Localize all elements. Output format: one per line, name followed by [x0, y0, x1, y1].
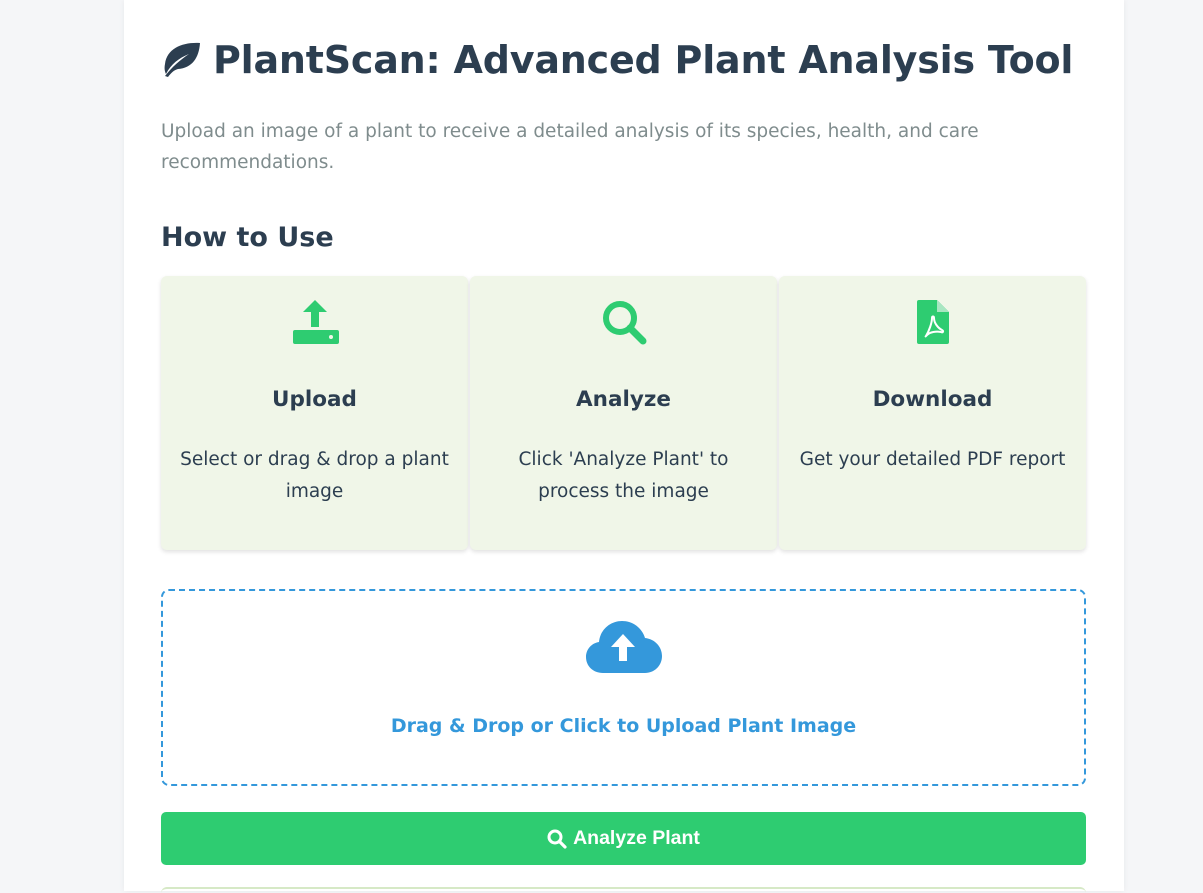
step-card-download: Download Get your detailed PDF report — [779, 276, 1086, 550]
page-subtitle: Upload an image of a plant to receive a … — [161, 121, 979, 173]
upload-dropzone[interactable]: Drag & Drop or Click to Upload Plant Ima… — [161, 589, 1086, 786]
step-card-analyze: Analyze Click 'Analyze Plant' to process… — [470, 276, 777, 550]
step-name: Analyze — [576, 387, 671, 412]
how-to-heading: How to Use — [161, 222, 334, 253]
step-name: Upload — [272, 387, 357, 412]
step-description: Click 'Analyze Plant' to process the ima… — [518, 449, 729, 502]
search-icon — [547, 829, 573, 849]
leaf-icon — [161, 42, 213, 78]
step-name: Download — [872, 387, 993, 412]
cloud-upload-icon — [163, 619, 1084, 675]
page-title-text: PlantScan: Advanced Plant Analysis Tool — [213, 38, 1074, 82]
page-title: PlantScan: Advanced Plant Analysis Tool — [161, 38, 1073, 82]
analyze-plant-button[interactable]: Analyze Plant — [161, 812, 1086, 865]
step-description: Get your detailed PDF report — [799, 449, 1066, 470]
step-card-upload: Upload Select or drag & drop a plant ima… — [161, 276, 468, 550]
search-icon — [470, 298, 777, 346]
results-panel-edge — [161, 887, 1086, 893]
main-card: PlantScan: Advanced Plant Analysis Tool … — [124, 0, 1124, 891]
analyze-plant-label: Analyze Plant — [573, 827, 700, 849]
pdf-file-icon — [779, 298, 1086, 346]
step-description: Select or drag & drop a plant image — [180, 449, 449, 502]
upload-icon — [161, 298, 468, 346]
how-to-steps: Upload Select or drag & drop a plant ima… — [161, 276, 1086, 550]
upload-label: Drag & Drop or Click to Upload Plant Ima… — [390, 715, 857, 737]
